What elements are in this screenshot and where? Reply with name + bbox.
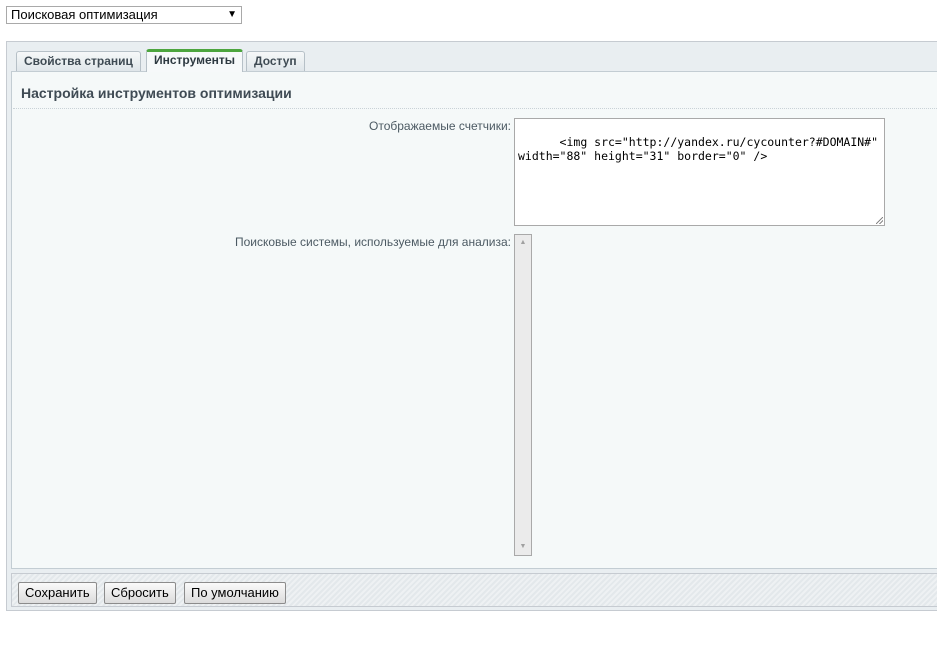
module-select-value: Поисковая оптимизация bbox=[11, 7, 158, 22]
tab-access[interactable]: Доступ bbox=[246, 51, 305, 71]
section-title: Настройка инструментов оптимизации bbox=[21, 85, 292, 101]
tab-tools[interactable]: Инструменты bbox=[146, 49, 244, 72]
module-select[interactable]: Поисковая оптимизация ▼ bbox=[6, 6, 242, 24]
reset-button[interactable]: Сбросить bbox=[104, 582, 176, 604]
button-bar: Сохранить Сбросить По умолчанию bbox=[11, 573, 937, 607]
counters-textarea[interactable]: <img src="http://yandex.ru/cycounter?#DO… bbox=[514, 118, 885, 226]
search-engines-label: Поисковые системы, используемые для анал… bbox=[234, 235, 511, 249]
resize-grip-icon[interactable] bbox=[876, 217, 883, 224]
save-button[interactable]: Сохранить bbox=[18, 582, 97, 604]
tab-page-properties[interactable]: Свойства страниц bbox=[16, 51, 141, 71]
tab-label: Свойства страниц bbox=[24, 54, 133, 68]
title-divider bbox=[13, 108, 937, 109]
counters-label: Отображаемые счетчики: bbox=[369, 119, 511, 133]
dropdown-arrow-icon: ▼ bbox=[227, 9, 237, 20]
tab-label: Инструменты bbox=[154, 53, 236, 67]
scroll-down-arrow-icon[interactable]: ▼ bbox=[515, 540, 531, 554]
tab-label: Доступ bbox=[254, 54, 297, 68]
edit-form-frame: Свойства страниц Инструменты Доступ Наст… bbox=[6, 41, 937, 611]
scroll-up-arrow-icon[interactable]: ▲ bbox=[515, 236, 531, 250]
default-button[interactable]: По умолчанию bbox=[184, 582, 286, 604]
counters-textarea-value: <img src="http://yandex.ru/cycounter?#DO… bbox=[518, 135, 885, 163]
search-engines-listbox[interactable]: ▲ ▼ bbox=[514, 234, 532, 556]
tab-content-panel: Настройка инструментов оптимизации Отобр… bbox=[11, 71, 937, 569]
